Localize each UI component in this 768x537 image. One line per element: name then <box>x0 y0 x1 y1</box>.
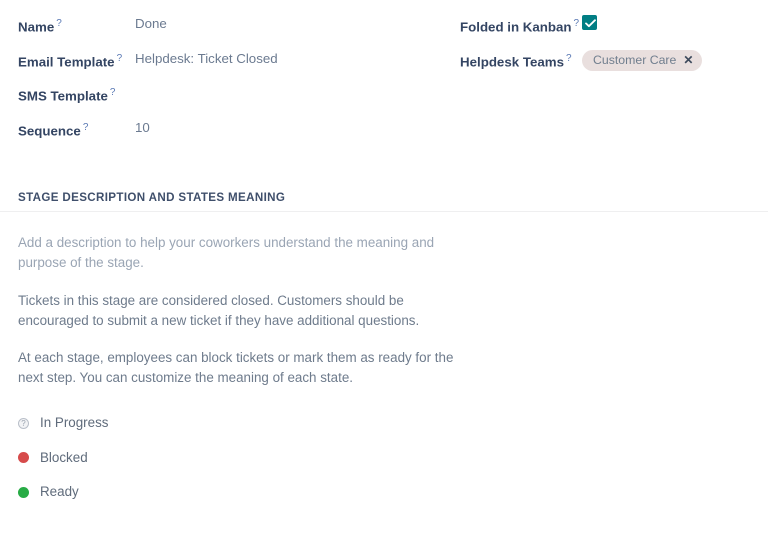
state-row-blocked[interactable]: Blocked <box>18 441 768 476</box>
value-email-template[interactable]: Helpdesk: Ticket Closed <box>135 49 278 68</box>
field-row-folded-in-kanban: Folded in Kanban? <box>460 14 768 49</box>
stage-config-form: Name? Done Email Template? Helpdesk: Tic… <box>0 0 768 537</box>
help-icon-name[interactable]: ? <box>56 18 62 29</box>
label-email-template-text: Email Template <box>18 54 115 69</box>
field-row-sequence: Sequence? 10 <box>18 118 460 153</box>
state-row-ready[interactable]: Ready <box>18 475 768 510</box>
label-sms-template-text: SMS Template <box>18 88 108 103</box>
state-label-in-progress: In Progress <box>40 414 108 432</box>
description-area[interactable]: Add a description to help your coworkers… <box>0 212 470 388</box>
help-icon-email-template[interactable]: ? <box>117 53 123 64</box>
label-name-text: Name <box>18 19 54 34</box>
label-folded-in-kanban-text: Folded in Kanban <box>460 19 572 34</box>
field-row-helpdesk-teams: Helpdesk Teams? Customer Care ✕ <box>460 49 768 84</box>
field-row-sms-template: SMS Template? <box>18 83 460 118</box>
left-field-column: Name? Done Email Template? Helpdesk: Tic… <box>0 14 460 152</box>
label-sequence: Sequence? <box>18 118 135 139</box>
red-circle-icon <box>18 452 29 463</box>
help-icon-helpdesk-teams[interactable]: ? <box>566 53 572 64</box>
field-row-email-template: Email Template? Helpdesk: Ticket Closed <box>18 49 460 84</box>
label-sequence-text: Sequence <box>18 123 81 138</box>
help-icon-sequence[interactable]: ? <box>83 122 89 133</box>
field-row-name: Name? Done <box>18 14 460 49</box>
label-email-template: Email Template? <box>18 49 135 70</box>
states-list: ? In Progress Blocked Ready <box>0 388 768 510</box>
state-row-in-progress[interactable]: ? In Progress <box>18 406 768 441</box>
field-grid: Name? Done Email Template? Helpdesk: Tic… <box>0 0 768 152</box>
question-circle-icon: ? <box>18 418 29 429</box>
spacer-2 <box>18 331 470 348</box>
description-body: Tickets in this stage are considered clo… <box>18 291 470 331</box>
label-sms-template: SMS Template? <box>18 83 135 104</box>
tag-label: Customer Care <box>593 50 676 71</box>
states-intro-text: At each stage, employees can block ticke… <box>18 348 470 388</box>
tag-remove-icon[interactable]: ✕ <box>683 54 693 66</box>
state-label-blocked: Blocked <box>40 449 88 467</box>
help-icon-folded-in-kanban[interactable]: ? <box>574 18 580 29</box>
folded-in-kanban-checkbox[interactable] <box>582 15 597 30</box>
tag-customer-care[interactable]: Customer Care ✕ <box>582 50 702 71</box>
label-folded-in-kanban: Folded in Kanban? <box>460 14 582 35</box>
right-field-column: Folded in Kanban? Helpdesk Teams? Custom… <box>460 14 768 152</box>
label-name: Name? <box>18 14 135 35</box>
check-icon <box>585 19 596 28</box>
label-helpdesk-teams: Helpdesk Teams? <box>460 49 582 70</box>
green-circle-icon <box>18 487 29 498</box>
section-title: Stage Description and States Meaning <box>18 191 768 204</box>
value-sequence[interactable]: 10 <box>135 118 150 137</box>
helpdesk-teams-tag-list[interactable]: Customer Care ✕ <box>582 49 702 71</box>
spacer-1 <box>18 273 470 291</box>
label-helpdesk-teams-text: Helpdesk Teams <box>460 54 564 69</box>
value-name[interactable]: Done <box>135 14 167 33</box>
description-placeholder: Add a description to help your coworkers… <box>18 233 470 273</box>
state-label-ready: Ready <box>40 483 79 501</box>
help-icon-sms-template[interactable]: ? <box>110 87 116 98</box>
